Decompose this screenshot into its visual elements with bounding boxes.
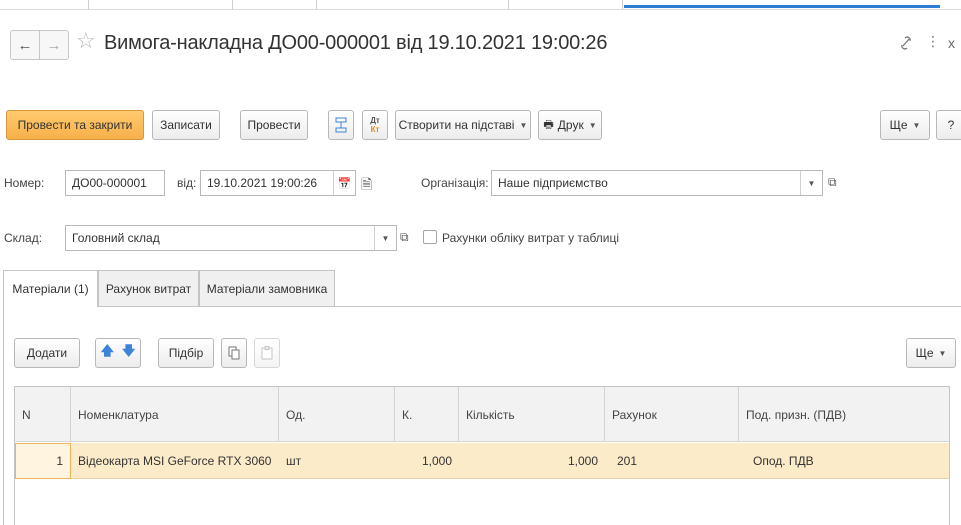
dtkt-button[interactable]: Дт Кт	[362, 110, 388, 140]
structure-button[interactable]	[328, 110, 354, 140]
expense-accounts-label[interactable]: Рахунки обліку витрат у таблиці	[442, 231, 619, 245]
warehouse-value: Головний склад	[72, 231, 160, 245]
table-header: N Номенклатура Од. К. Кількість Рахунок …	[15, 387, 949, 442]
close-button[interactable]: x	[948, 35, 955, 51]
column-header-k[interactable]: К.	[395, 387, 459, 442]
printer-icon: 🖶	[543, 118, 554, 131]
tab-customer-materials[interactable]: Матеріали замовника	[199, 270, 335, 306]
create-based-on-label: Створити на підставі	[398, 118, 515, 132]
calendar-icon[interactable]: 📅	[333, 171, 355, 195]
warehouse-label: Склад:	[4, 231, 43, 245]
tab-separator	[622, 0, 623, 9]
tab-expense-account[interactable]: Рахунок витрат	[98, 270, 199, 306]
active-window-tab-indicator[interactable]	[624, 5, 940, 8]
link-icon[interactable]	[898, 34, 914, 57]
dtkt-icon-bottom: Кт	[370, 125, 380, 134]
cell-k[interactable]: 1,000	[395, 443, 459, 479]
organization-label: Організація:	[421, 176, 489, 190]
table-more-button[interactable]: Ще ▼	[906, 338, 956, 368]
arrow-up-icon[interactable]: 🡅	[101, 342, 114, 364]
chevron-down-icon: ▼	[588, 120, 597, 130]
tab-separator	[316, 0, 317, 9]
open-icon[interactable]: ⧉	[828, 175, 837, 190]
warehouse-field[interactable]: Головний склад ▼	[65, 225, 397, 251]
materials-table: N Номенклатура Од. К. Кількість Рахунок …	[14, 386, 950, 525]
star-icon[interactable]: ☆	[76, 28, 96, 54]
kebab-icon[interactable]: ⋮	[926, 33, 940, 50]
copy-button[interactable]	[221, 338, 247, 368]
tab-materials[interactable]: Матеріали (1)	[3, 270, 98, 307]
column-header-n[interactable]: N	[15, 387, 71, 442]
cell-item[interactable]: Відеокарта MSI GeForce RTX 3060	[71, 443, 279, 479]
arrow-left-icon: ←	[17, 36, 33, 54]
number-label: Номер:	[4, 176, 45, 190]
post-and-close-button[interactable]: Провести та закрити	[6, 110, 144, 140]
page-title: Вимога-накладна ДО00-000001 від 19.10.20…	[104, 32, 608, 54]
date-field[interactable]: 19.10.2021 19:00:26 📅	[200, 170, 356, 196]
forward-button[interactable]: →	[39, 30, 69, 60]
help-button[interactable]: ?	[936, 110, 961, 140]
chevron-down-icon: ▼	[912, 120, 921, 130]
number-field[interactable]: ДО00-000001	[65, 170, 165, 196]
expense-accounts-checkbox[interactable]	[423, 230, 437, 244]
tab-separator	[232, 0, 233, 9]
print-button[interactable]: 🖶 Друк ▼	[538, 110, 602, 140]
column-header-item[interactable]: Номенклатура	[71, 387, 279, 442]
window-tab-strip	[0, 0, 961, 10]
structure-icon	[335, 117, 347, 133]
paste-icon	[261, 346, 273, 360]
cell-account[interactable]: 201	[605, 443, 739, 479]
open-icon[interactable]: ⧉	[400, 230, 409, 245]
column-header-vat[interactable]: Под. призн. (ПДВ)	[739, 387, 951, 442]
dtkt-icon-top: Дт	[370, 116, 380, 125]
tab-separator	[508, 0, 509, 9]
more-label: Ще	[889, 118, 908, 132]
chevron-down-icon[interactable]: ▼	[374, 226, 396, 250]
tab-separator	[88, 0, 89, 9]
create-based-on-button[interactable]: Створити на підставі ▼	[395, 110, 531, 140]
organization-field[interactable]: Наше підприємство ▼	[491, 170, 823, 196]
chevron-down-icon[interactable]: ▼	[800, 171, 822, 195]
copy-icon	[228, 346, 240, 360]
table-more-label: Ще	[915, 346, 934, 360]
column-header-account[interactable]: Рахунок	[605, 387, 739, 442]
cell-n[interactable]: 1	[15, 443, 71, 479]
organization-value: Наше підприємство	[498, 176, 608, 190]
date-label: від:	[177, 176, 197, 190]
chevron-down-icon: ▼	[519, 120, 528, 130]
chevron-down-icon: ▼	[938, 348, 947, 358]
column-header-quantity[interactable]: Кількість	[459, 387, 605, 442]
cell-vat[interactable]: Опод. ПДВ	[739, 443, 951, 479]
paste-button[interactable]	[254, 338, 280, 368]
arrow-down-icon[interactable]: 🡇	[122, 342, 135, 364]
print-label: Друк	[557, 118, 584, 132]
arrow-right-icon: →	[46, 36, 62, 54]
pick-button[interactable]: Підбір	[158, 338, 214, 368]
date-value: 19.10.2021 19:00:26	[207, 176, 318, 190]
move-buttons-group: 🡅 🡇	[95, 338, 141, 368]
column-header-unit[interactable]: Од.	[279, 387, 395, 442]
post-button[interactable]: Провести	[240, 110, 308, 140]
cell-quantity[interactable]: 1,000	[459, 443, 605, 479]
add-row-button[interactable]: Додати	[14, 338, 80, 368]
table-row[interactable]: 1 Відеокарта MSI GeForce RTX 3060 шт 1,0…	[15, 443, 949, 479]
cell-unit[interactable]: шт	[279, 443, 395, 479]
save-button[interactable]: Записати	[152, 110, 220, 140]
document-history-icon[interactable]: 🗎	[361, 174, 372, 198]
back-button[interactable]: ←	[10, 30, 40, 60]
more-actions-button[interactable]: Ще ▼	[880, 110, 930, 140]
